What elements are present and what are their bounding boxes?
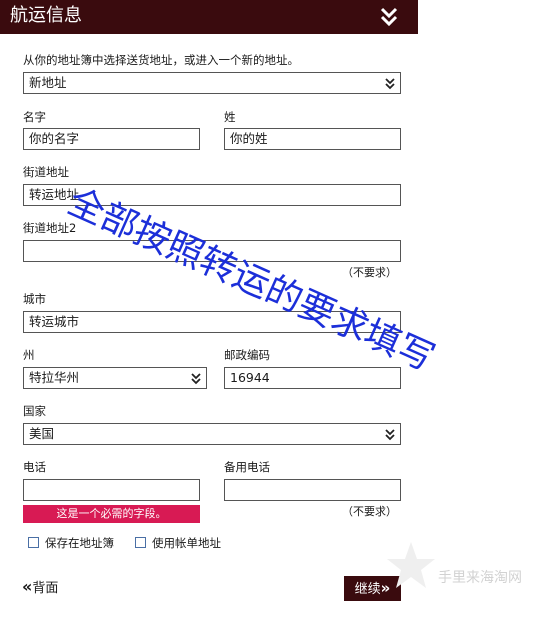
country-select-value: 美国 [29, 426, 55, 441]
phone-field[interactable] [23, 479, 200, 501]
first-name-label: 名字 [23, 110, 46, 124]
street2-label: 街道地址2 [23, 221, 77, 235]
double-left-arrow-icon: « [22, 577, 33, 596]
intro-text: 从你的地址簿中选择送货地址，或进入一个新的地址。 [23, 53, 299, 67]
street1-label: 街道地址 [23, 165, 69, 179]
page-title: 航运信息 [10, 5, 82, 26]
state-select-value: 特拉华州 [29, 370, 80, 385]
alt-phone-field[interactable] [224, 479, 401, 501]
last-name-label: 姓 [224, 110, 236, 124]
city-label: 城市 [23, 292, 46, 306]
last-name-field[interactable]: 你的姓 [224, 128, 401, 150]
first-name-field[interactable]: 你的名字 [23, 128, 200, 150]
save-to-address-book-checkbox[interactable] [28, 537, 39, 548]
country-label: 国家 [23, 404, 46, 418]
zip-field[interactable]: 16944 [224, 367, 401, 389]
address-select-value: 新地址 [29, 75, 67, 90]
continue-label: 继续 [354, 582, 381, 597]
section-header: 航运信息 [0, 0, 418, 34]
use-billing-address-label: 使用帐单地址 [152, 536, 221, 550]
chevron-down-icon [385, 78, 395, 90]
collapse-chevron-icon[interactable] [378, 6, 400, 28]
back-label: 背面 [32, 581, 59, 596]
watermark-text: 手里来海淘网 [438, 570, 522, 586]
save-to-address-book-label: 保存在地址簿 [45, 536, 114, 550]
state-label: 州 [23, 348, 35, 362]
alt-phone-label: 备用电话 [224, 460, 270, 474]
zip-label: 邮政编码 [224, 348, 270, 362]
watermark-star-icon [387, 542, 435, 588]
phone-label: 电话 [23, 460, 46, 474]
street2-optional-note: （不要求） [342, 266, 397, 279]
use-billing-address-checkbox[interactable] [135, 537, 146, 548]
alt-phone-optional-note: （不要求） [342, 505, 397, 518]
chevron-down-icon [385, 429, 395, 441]
address-book-select[interactable]: 新地址 [23, 72, 401, 94]
country-select[interactable]: 美国 [23, 423, 401, 445]
back-link[interactable]: «背面 [22, 577, 58, 599]
state-select[interactable]: 特拉华州 [23, 367, 207, 389]
chevron-down-icon [191, 373, 201, 385]
phone-error-message: 这是一个必需的字段。 [23, 505, 200, 523]
